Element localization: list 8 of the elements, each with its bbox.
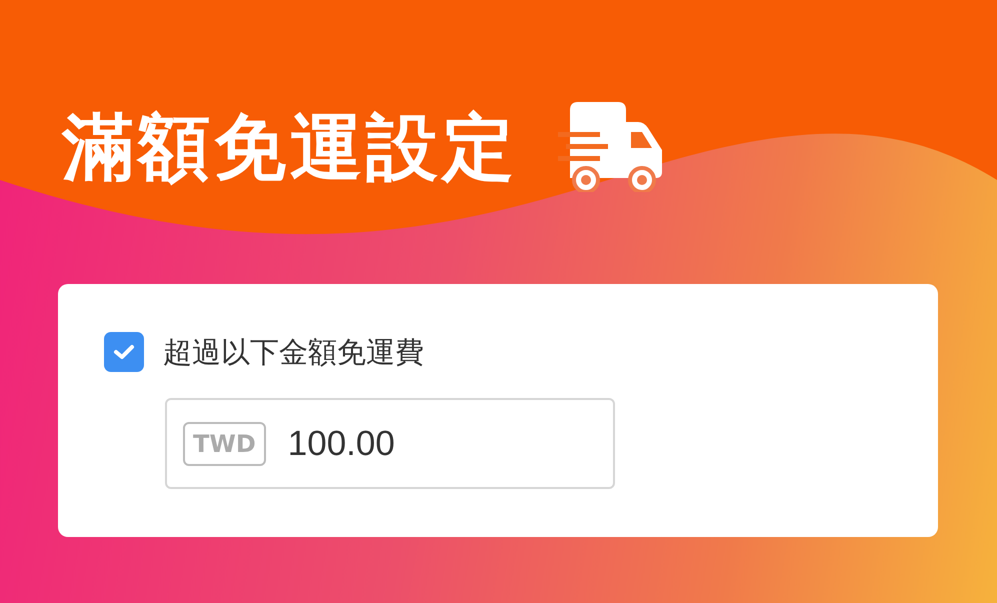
checkbox-label: 超過以下金額免運費 [163,338,424,366]
page-title: 滿額免運設定 [62,111,518,183]
currency-tag: TWD [183,422,266,466]
amount-value: 100.00 [288,424,395,464]
check-icon [113,344,135,360]
truck-icon [558,102,664,192]
amount-field[interactable]: TWD 100.00 [165,398,615,489]
checkbox[interactable] [104,332,144,372]
